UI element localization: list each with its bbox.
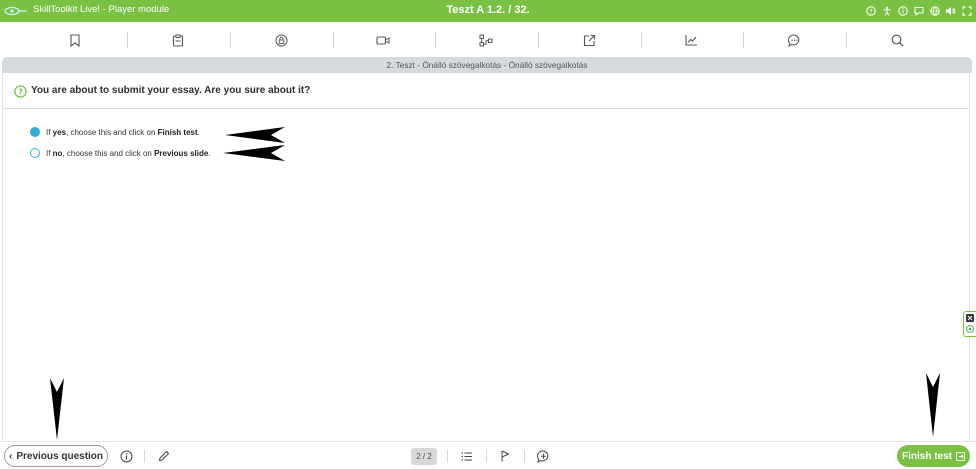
option-no-label[interactable]: If no, choose this and click on Previous… xyxy=(46,149,211,158)
radio-unselected-icon[interactable] xyxy=(30,148,40,158)
side-widget[interactable] xyxy=(963,311,976,337)
clipboard-icon[interactable] xyxy=(163,22,193,58)
arrow-left-icon xyxy=(223,145,285,161)
flow-icon[interactable] xyxy=(471,22,501,58)
add-comment-icon[interactable] xyxy=(532,446,554,466)
arrow-down-icon xyxy=(50,378,64,440)
page-indicator: 2 / 2 xyxy=(411,448,437,465)
chevron-left-icon: ‹ xyxy=(8,450,13,462)
comment-icon[interactable] xyxy=(913,3,924,19)
option-yes[interactable]: If yes, choose this and click on Finish … xyxy=(30,125,200,139)
radio-selected-icon[interactable] xyxy=(30,127,40,137)
video-icon[interactable] xyxy=(368,22,398,58)
arrow-left-icon xyxy=(225,127,285,143)
question-header: ? You are about to submit your essay. Ar… xyxy=(3,73,969,109)
exit-icon xyxy=(956,451,965,461)
finish-test-button[interactable]: Finish test xyxy=(897,445,970,467)
breadcrumb: 2. Teszt - Önálló szövegalkotás - Önálló… xyxy=(2,57,972,73)
svg-text:?: ? xyxy=(18,88,23,97)
lock-icon[interactable] xyxy=(266,22,296,58)
fullscreen-icon[interactable] xyxy=(961,3,972,19)
chart-icon[interactable] xyxy=(676,22,706,58)
question-text: You are about to submit your essay. Are … xyxy=(31,85,311,96)
pencil-icon[interactable] xyxy=(153,446,175,466)
previous-question-button[interactable]: ‹ Previous question xyxy=(4,445,108,467)
option-yes-label[interactable]: If yes, choose this and click on Finish … xyxy=(46,128,200,137)
arrow-down-icon xyxy=(926,373,940,437)
accessibility-icon[interactable] xyxy=(881,3,892,19)
close-icon[interactable] xyxy=(964,312,976,336)
list-icon[interactable] xyxy=(456,446,478,466)
flag-icon[interactable] xyxy=(494,446,516,466)
translate-icon[interactable] xyxy=(929,3,940,19)
info-icon[interactable] xyxy=(897,3,908,19)
external-link-icon[interactable] xyxy=(574,22,604,58)
question-card: ? You are about to submit your essay. Ar… xyxy=(2,73,970,441)
chat-icon[interactable] xyxy=(779,22,809,58)
title-bar: SkillToolkit Live! - Player module Teszt… xyxy=(0,0,976,22)
help-icon[interactable]: ? xyxy=(865,3,876,19)
option-no[interactable]: If no, choose this and click on Previous… xyxy=(30,146,211,160)
svg-text:?: ? xyxy=(869,8,872,16)
bottom-bar: ‹ Previous question 2 / 2 Finish test xyxy=(0,441,976,469)
window-title: Teszt A 1.2. / 32. xyxy=(446,4,530,16)
question-mark-icon: ? xyxy=(14,85,27,98)
volume-icon[interactable] xyxy=(945,3,956,19)
top-toolbar xyxy=(0,22,976,58)
search-icon[interactable] xyxy=(882,22,912,58)
bookmark-icon[interactable] xyxy=(60,22,90,58)
info-icon[interactable] xyxy=(115,446,137,466)
